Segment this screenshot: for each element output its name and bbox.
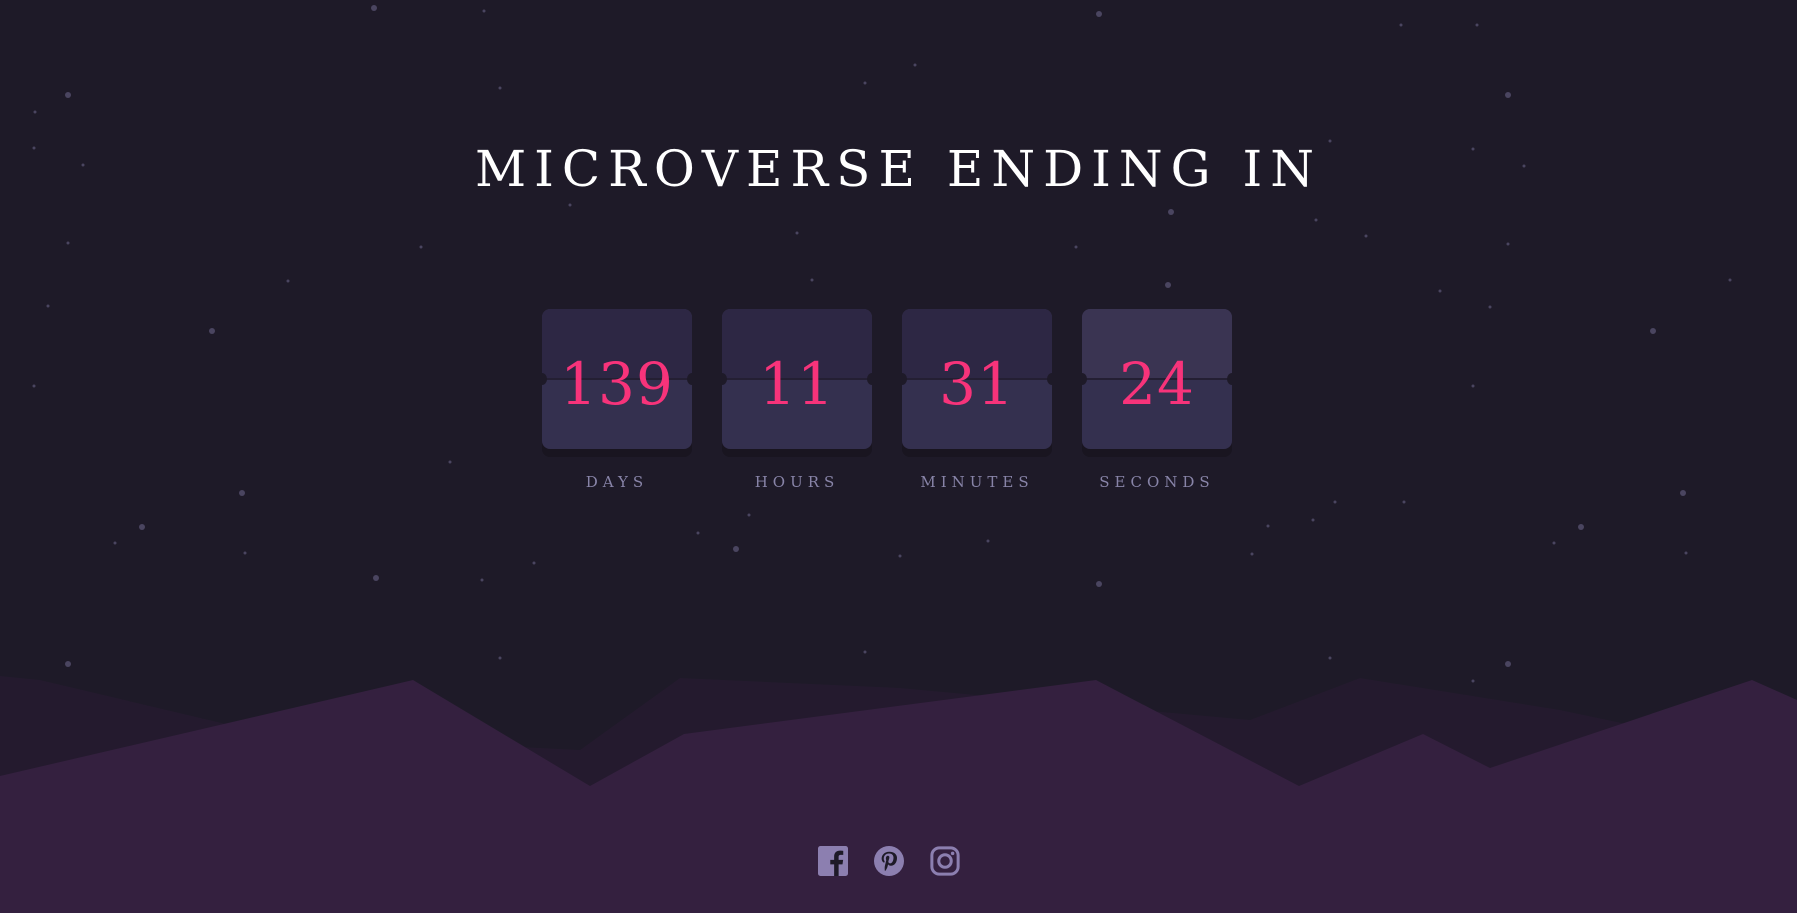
days-label: DAYS (585, 473, 649, 491)
page-title: MICROVERSE ENDING IN (474, 140, 1323, 198)
instagram-icon[interactable] (930, 846, 960, 876)
days-value: 139 (560, 350, 674, 418)
hours-card: 11 (722, 309, 872, 449)
countdown-seconds: 24 SECONDS (1082, 309, 1232, 491)
countdown-minutes: 31 MINUTES (902, 309, 1052, 491)
minutes-card: 31 (902, 309, 1052, 449)
days-card: 139 (542, 309, 692, 449)
pinterest-icon[interactable] (874, 846, 904, 876)
seconds-card: 24 (1082, 309, 1232, 449)
hours-label: HOURS (754, 473, 840, 491)
hours-value: 11 (759, 350, 835, 418)
countdown-hours: 11 HOURS (722, 309, 872, 491)
countdown-timer: 139 DAYS 11 HOURS 31 MINUTES 24 SECONDS (542, 309, 1232, 491)
facebook-icon[interactable] (818, 846, 848, 876)
countdown-page: MICROVERSE ENDING IN 139 DAYS 11 HOURS 3… (0, 0, 1797, 913)
social-links (818, 846, 960, 876)
seconds-label: SECONDS (1099, 473, 1215, 491)
seconds-value: 24 (1119, 350, 1195, 418)
countdown-days: 139 DAYS (542, 309, 692, 491)
minutes-value: 31 (939, 350, 1015, 418)
minutes-label: MINUTES (920, 473, 1034, 491)
